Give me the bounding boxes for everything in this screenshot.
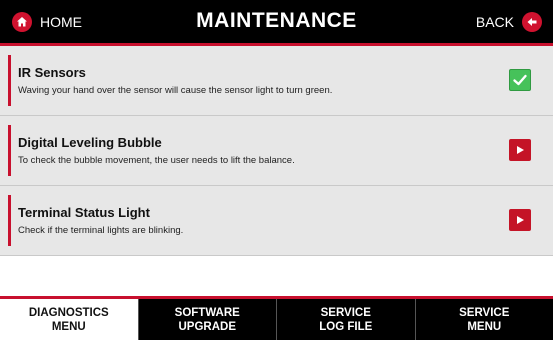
page-title: MAINTENANCE xyxy=(196,9,357,32)
play-icon[interactable] xyxy=(509,139,531,161)
maintenance-list: IR Sensors Waving your hand over the sen… xyxy=(0,46,553,256)
back-label: BACK xyxy=(475,14,514,30)
list-item-terminal-status-light: Terminal Status Light Check if the termi… xyxy=(0,186,553,256)
item-accent-bar xyxy=(8,55,11,106)
item-description: To check the bubble movement, the user n… xyxy=(18,155,295,166)
item-title: Digital Leveling Bubble xyxy=(18,135,162,150)
item-accent-bar xyxy=(8,195,11,246)
play-icon[interactable] xyxy=(509,209,531,231)
bottom-tab-bar: DIAGNOSTICS MENU SOFTWARE UPGRADE SERVIC… xyxy=(0,296,553,340)
list-item-digital-leveling-bubble: Digital Leveling Bubble To check the bub… xyxy=(0,116,553,186)
item-description: Check if the terminal lights are blinkin… xyxy=(18,225,184,236)
check-icon xyxy=(509,69,531,91)
item-title: IR Sensors xyxy=(18,65,86,80)
back-arrow-icon xyxy=(522,12,542,32)
tab-service-menu[interactable]: SERVICE MENU xyxy=(414,299,553,340)
item-title: Terminal Status Light xyxy=(18,205,150,220)
tab-software-upgrade[interactable]: SOFTWARE UPGRADE xyxy=(137,299,276,340)
item-description: Waving your hand over the sensor will ca… xyxy=(18,85,333,96)
list-item-ir-sensors: IR Sensors Waving your hand over the sen… xyxy=(0,46,553,116)
item-accent-bar xyxy=(8,125,11,176)
header-bar: HOME MAINTENANCE BACK xyxy=(0,0,553,46)
back-button[interactable]: BACK xyxy=(476,11,542,33)
tab-diagnostics-menu[interactable]: DIAGNOSTICS MENU xyxy=(0,299,138,340)
tab-service-log-file[interactable]: SERVICE LOG FILE xyxy=(276,299,415,340)
